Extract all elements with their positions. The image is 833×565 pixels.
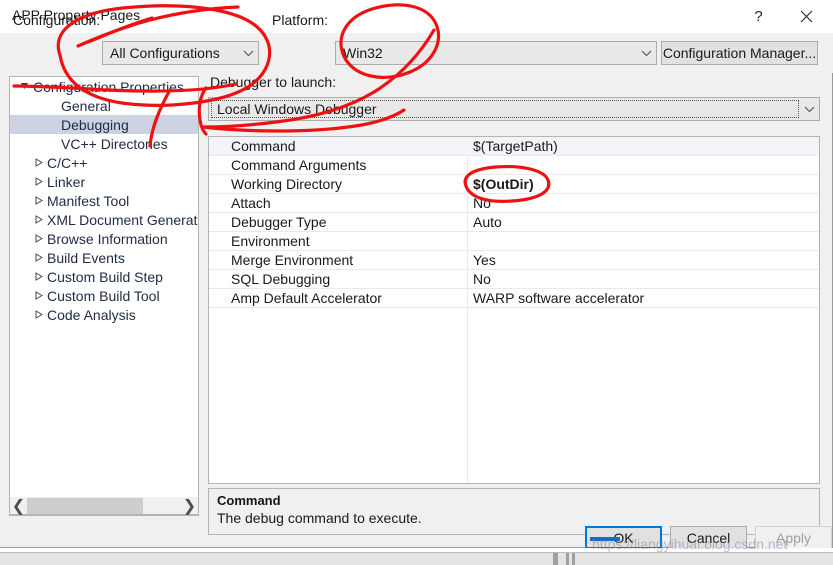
tree-item-label: Custom Build Step — [47, 268, 163, 285]
tree-item-label: Code Analysis — [47, 306, 136, 323]
tree-item-label: Manifest Tool — [47, 192, 130, 209]
property-row[interactable]: Amp Default Accelerator WARP software acc… — [209, 289, 819, 308]
property-value[interactable]: No — [467, 195, 819, 211]
scroll-left-icon[interactable]: ❮ — [10, 498, 27, 515]
debugger-to-launch-label: Debugger to launch: — [210, 74, 337, 90]
tree-item-label: General — [61, 97, 111, 114]
tree-item-vc-directories[interactable]: VC++ Directories — [10, 134, 198, 153]
property-row[interactable]: Working Directory $(OutDir) — [209, 175, 819, 194]
property-value[interactable]: $(OutDir) — [467, 176, 819, 192]
help-button[interactable]: ? — [736, 0, 781, 33]
scroll-right-icon[interactable]: ❯ — [181, 498, 198, 515]
scrollbar-thumb[interactable] — [27, 497, 143, 514]
tree-item-label: VC++ Directories — [61, 135, 168, 152]
property-name: Amp Default Accelerator — [231, 290, 382, 306]
watermark-text: https://liangyihuai.blog.csdn.net — [592, 536, 788, 552]
tree-item-manifest-tool[interactable]: Manifest Tool — [10, 191, 198, 210]
tree-item-label: Linker — [47, 173, 86, 190]
background-mark-c — [572, 553, 575, 565]
debugger-to-launch-select[interactable]: Local Windows Debugger — [208, 97, 820, 121]
property-name: Working Directory — [231, 176, 342, 192]
triangle-right-icon — [31, 210, 45, 229]
triangle-right-icon — [31, 267, 45, 286]
chevron-down-icon — [799, 105, 819, 113]
property-name: Command Arguments — [231, 157, 367, 173]
property-row[interactable]: Debugger Type Auto — [209, 213, 819, 232]
property-name: Merge Environment — [231, 252, 354, 268]
configuration-tree[interactable]: Configuration Properties General Debugging… — [9, 76, 199, 516]
tree-item-general[interactable]: General — [10, 96, 198, 115]
debugger-to-launch-value: Local Windows Debugger — [211, 100, 799, 118]
property-row[interactable]: Attach No — [209, 194, 819, 213]
property-value[interactable]: WARP software accelerator — [467, 290, 819, 306]
property-row[interactable]: SQL Debugging No — [209, 270, 819, 289]
tree-item-custom-build-tool[interactable]: Custom Build Tool — [10, 286, 198, 305]
configuration-manager-label: Configuration Manager... — [662, 45, 817, 61]
screen: APP Property Pages ? Configuration: All … — [0, 0, 833, 565]
description-text: The debug command to execute. — [217, 510, 422, 526]
property-row[interactable]: Environment — [209, 232, 819, 251]
property-pages-dialog: APP Property Pages ? Configuration: All … — [0, 0, 833, 549]
configuration-manager-button[interactable]: Configuration Manager... — [661, 41, 818, 65]
tree-item-custom-build-step[interactable]: Custom Build Step — [10, 267, 198, 286]
triangle-right-icon — [31, 172, 45, 191]
tree-horizontal-scrollbar[interactable]: ❮ ❯ — [9, 497, 199, 515]
triangle-right-icon — [31, 191, 45, 210]
property-name: SQL Debugging — [231, 271, 331, 287]
title-bar: APP Property Pages ? — [0, 0, 833, 33]
tree-item-label: Custom Build Tool — [47, 287, 160, 304]
tree-item-label: Configuration Properties — [33, 78, 184, 95]
configuration-select-value: All Configurations — [110, 45, 220, 61]
property-row[interactable]: Merge Environment Yes — [209, 251, 819, 270]
property-name: Environment — [231, 233, 310, 249]
tree-item-build-events[interactable]: Build Events — [10, 248, 198, 267]
triangle-right-icon — [31, 248, 45, 267]
tree-item-label: Browse Information — [47, 230, 168, 247]
property-value[interactable]: Yes — [467, 252, 819, 268]
tree-item-c-c[interactable]: C/C++ — [10, 153, 198, 172]
property-value[interactable]: No — [467, 271, 819, 287]
property-name: Debugger Type — [231, 214, 327, 230]
property-value[interactable]: $(TargetPath) — [467, 138, 819, 154]
platform-label: Platform: — [272, 12, 329, 28]
property-name: Command — [231, 138, 296, 154]
close-icon — [800, 10, 813, 23]
property-value[interactable]: Auto — [467, 214, 819, 230]
platform-select[interactable]: Win32 — [335, 41, 657, 65]
chevron-down-icon — [238, 49, 258, 57]
tree-item-label: C/C++ — [47, 154, 88, 171]
configuration-label: Configuration: — [13, 12, 101, 28]
triangle-right-icon — [31, 229, 45, 248]
configuration-select[interactable]: All Configurations — [102, 41, 259, 65]
triangle-right-icon — [31, 153, 45, 172]
triangle-down-icon — [17, 77, 31, 96]
scrollbar-track[interactable] — [27, 497, 181, 514]
tree-item-xml-document-generator[interactable]: XML Document Generator — [10, 210, 198, 229]
property-row[interactable]: Command $(TargetPath) — [209, 137, 819, 156]
tree-item-browse-information[interactable]: Browse Information — [10, 229, 198, 248]
background-mark-b — [566, 553, 569, 565]
background-mark-a — [553, 553, 558, 565]
close-button[interactable] — [784, 0, 829, 33]
platform-select-value: Win32 — [343, 45, 383, 61]
tree-item-code-analysis[interactable]: Code Analysis — [10, 305, 198, 324]
tree-item-configuration-properties[interactable]: Configuration Properties — [10, 77, 198, 96]
tree-item-linker[interactable]: Linker — [10, 172, 198, 191]
question-mark-icon: ? — [754, 8, 763, 25]
tree-item-label: Build Events — [47, 249, 125, 266]
triangle-right-icon — [31, 305, 45, 324]
tree-item-label: XML Document Generator — [47, 211, 199, 228]
property-row[interactable]: Command Arguments — [209, 156, 819, 175]
tree-item-label: Debugging — [61, 116, 129, 133]
triangle-right-icon — [31, 286, 45, 305]
tree-item-debugging[interactable]: Debugging — [10, 115, 198, 134]
chevron-down-icon — [636, 49, 656, 57]
property-name: Attach — [231, 195, 271, 211]
background-scroll-bar — [0, 552, 833, 565]
description-title: Command — [217, 493, 281, 508]
property-grid[interactable]: Command $(TargetPath) Command Arguments Wor… — [208, 136, 820, 484]
